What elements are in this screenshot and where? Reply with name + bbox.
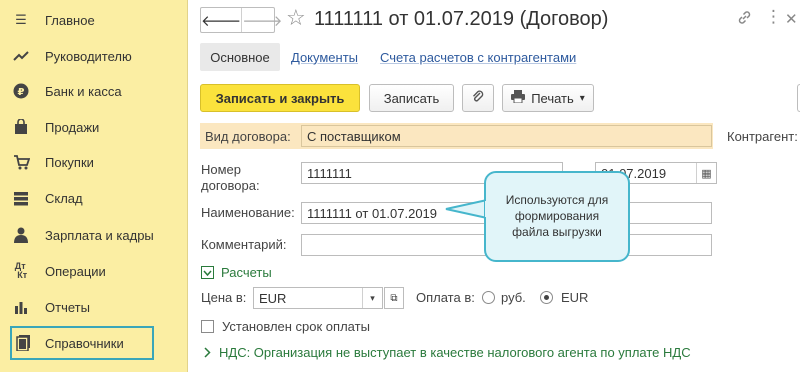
chevron-right-icon[interactable] (203, 346, 211, 362)
sidebar-item-reports[interactable]: Отчеты (0, 292, 188, 322)
sidebar-item-label: Продажи (45, 119, 100, 135)
back-button[interactable]: 🡐 (201, 8, 241, 32)
sidebar-item-label: Руководителю (45, 48, 132, 64)
svg-text:₽: ₽ (18, 87, 25, 98)
payment-currency-eur-radio[interactable] (540, 291, 553, 304)
link-icon[interactable] (737, 10, 752, 29)
callout-line: формирования (514, 209, 600, 223)
person-icon (12, 226, 30, 244)
arrow-left-icon: 🡐 (201, 12, 242, 30)
comment-label: Комментарий: (201, 237, 287, 252)
contract-number-label-line1: Номер (201, 162, 242, 177)
settlements-section-title[interactable]: Расчеты (221, 265, 272, 281)
sidebar-item-label: Справочники (45, 335, 124, 351)
attach-button[interactable] (462, 84, 494, 112)
print-button[interactable]: Печать ▾ (502, 84, 594, 112)
sidebar-item-label: Покупки (45, 154, 94, 170)
chevron-down-icon (203, 270, 212, 276)
contract-number-label-line2: договора: (201, 178, 260, 193)
sidebar-item-label: Главное (45, 12, 95, 28)
sidebar-item-label: Склад (45, 190, 83, 206)
arrow-right-icon: 🡒 (242, 12, 283, 30)
navigation-buttons: 🡐 🡒 (200, 7, 282, 33)
vat-section-title[interactable]: НДС: Организация не выступает в качестве… (219, 345, 691, 361)
payment-currency-label: Оплата в: (416, 290, 475, 305)
bar-chart-icon (12, 298, 30, 316)
sidebar-item-label: Операции (45, 263, 106, 279)
callout-tooltip: Используются для формирования файла выгр… (484, 171, 630, 262)
price-currency-select[interactable]: EUR ▾ (253, 287, 383, 309)
payment-currency-rub-radio[interactable] (482, 291, 495, 304)
menu-icon: ☰ (15, 12, 27, 27)
callout-line: Используются для (505, 193, 609, 207)
sidebar-item-label: Зарплата и кадры (45, 227, 154, 243)
sidebar-item-label: Отчеты (45, 299, 90, 315)
open-currency-button[interactable]: ⧉ (384, 287, 404, 309)
open-icon: ⧉ (390, 292, 398, 304)
counterparty-label: Контрагент: (727, 129, 798, 144)
paperclip-icon (471, 90, 485, 107)
tab-settlement-accounts[interactable]: Счета расчетов с контрагентами (380, 43, 576, 71)
sidebar-item-purchases[interactable]: Покупки (0, 147, 188, 177)
trend-icon (12, 47, 30, 65)
tab-main[interactable]: Основное (200, 43, 280, 71)
sidebar-item-warehouse[interactable]: Склад (0, 183, 188, 213)
sidebar-item-payroll[interactable]: Зарплата и кадры (0, 220, 188, 250)
sidebar-item-label: Банк и касса (45, 83, 122, 99)
sidebar: ☰ Главное Руководителю ₽ Банк и касса Пр… (0, 0, 188, 372)
sidebar-item-operations[interactable]: Дт Кт Операции (0, 256, 188, 286)
price-currency-label: Цена в: (201, 290, 247, 305)
payment-term-checkbox[interactable] (201, 320, 214, 333)
shopping-bag-icon (12, 118, 30, 136)
save-button[interactable]: Записать (369, 84, 454, 112)
contract-kind-field[interactable]: С поставщиком (301, 125, 712, 147)
contract-name-label: Наименование: (201, 205, 295, 220)
callout-line: файла выгрузки (512, 225, 602, 239)
forward-button[interactable]: 🡒 (241, 8, 282, 32)
calendar-icon[interactable]: ▦ (696, 163, 716, 183)
debit-credit-icon: Дт Кт (14, 261, 28, 280)
payment-currency-eur-label: EUR (561, 290, 589, 305)
book-icon (14, 334, 32, 352)
sidebar-item-bank[interactable]: ₽ Банк и касса (0, 76, 188, 106)
sidebar-item-directories[interactable]: Справочники (10, 326, 154, 360)
cart-icon (12, 153, 30, 171)
contract-kind-label: Вид договора: (205, 129, 291, 144)
star-icon[interactable]: ☆ (286, 5, 306, 31)
payment-term-label: Установлен срок оплаты (222, 319, 370, 334)
page-title: 1111111 от 01.07.2019 (Договор) (314, 8, 609, 30)
tab-documents[interactable]: Документы (291, 43, 358, 71)
more-icon[interactable]: ⋮ (765, 7, 782, 27)
sidebar-item-main[interactable]: ☰ Главное (0, 5, 188, 35)
close-icon[interactable]: ✕ (785, 10, 798, 28)
warehouse-icon (12, 189, 30, 207)
chevron-down-icon: ▾ (579, 92, 585, 104)
printer-icon (511, 90, 526, 106)
print-label: Печать (531, 90, 574, 106)
settlements-collapse-toggle[interactable] (201, 266, 214, 279)
save-and-close-button[interactable]: Записать и закрыть (200, 84, 360, 112)
price-currency-value: EUR (259, 290, 287, 306)
ruble-icon: ₽ (12, 82, 30, 100)
sidebar-item-sales[interactable]: Продажи (0, 112, 188, 142)
dropdown-arrow-icon[interactable]: ▾ (362, 288, 382, 308)
payment-currency-rub-label: руб. (501, 290, 526, 305)
sidebar-item-manager[interactable]: Руководителю (0, 41, 188, 71)
